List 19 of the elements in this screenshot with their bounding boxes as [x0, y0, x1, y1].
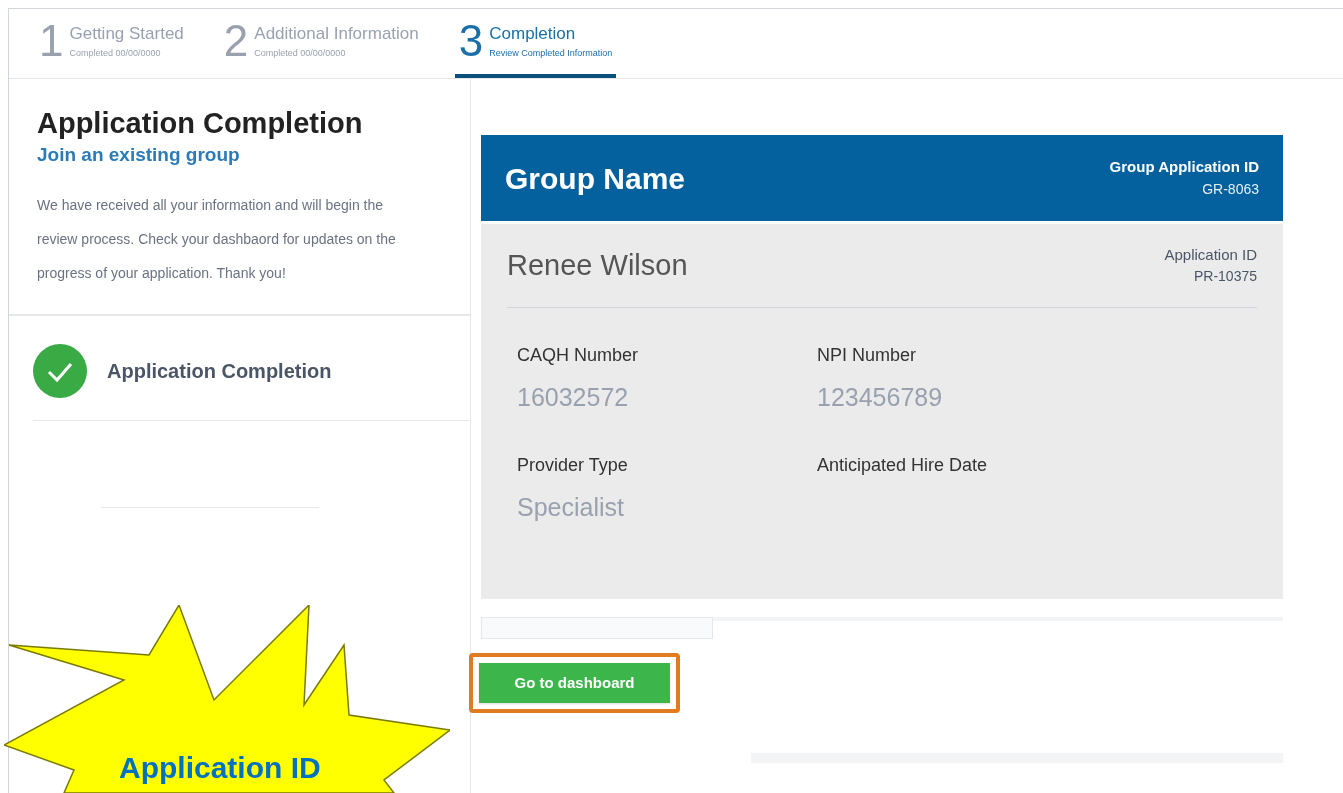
page-title: Application Completion	[37, 106, 364, 141]
group-id-label: Group Application ID	[1109, 157, 1259, 178]
page-subtitle: Join an existing group	[37, 143, 241, 167]
field-label: NPI Number	[817, 344, 918, 367]
app-id: PR-10375	[1193, 267, 1257, 287]
field-label: Provider Type	[517, 454, 629, 477]
group-id: GR-8063	[1202, 179, 1259, 199]
field-value: Specialist	[517, 492, 625, 523]
go-to-dashboard-button[interactable]: Go to dashboard	[479, 663, 670, 703]
field-label: Anticipated Hire Date	[817, 454, 989, 477]
field-value: 123456789	[817, 382, 944, 413]
field-label: CAQH Number	[517, 344, 640, 367]
field-value: 16032572	[517, 382, 630, 413]
callout-label: Application ID	[119, 750, 321, 786]
app-id-label: Application ID	[1164, 244, 1257, 265]
message-text: We have received all your information and will begin the review process. Check your dashbaord for updates on the progress of your application. Thank you!	[37, 195, 397, 283]
applicant-name: Renee Wilson	[507, 247, 688, 283]
group-name: Group Name	[505, 160, 686, 197]
status-label: Application Completion	[107, 358, 332, 384]
